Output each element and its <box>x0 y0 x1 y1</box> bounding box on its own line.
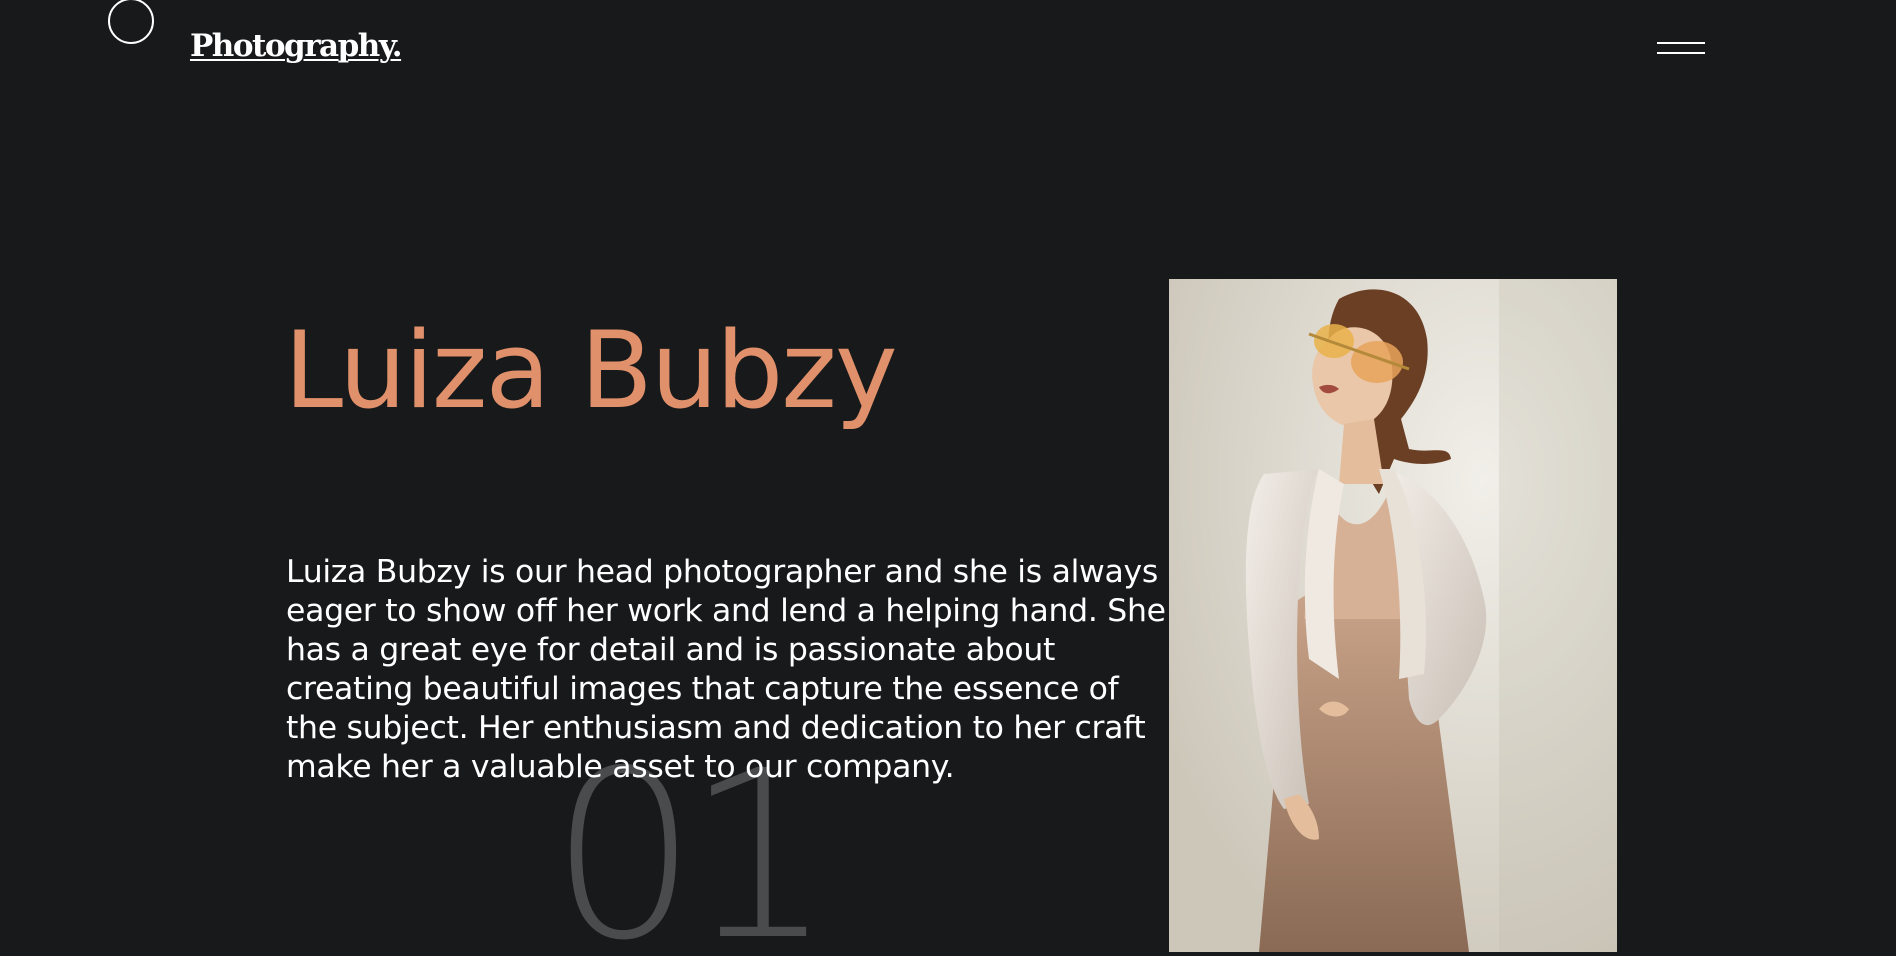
menu-bar-top <box>1657 42 1705 44</box>
menu-bar-bottom <box>1657 52 1705 54</box>
person-bio: Luiza Bubzy is our head photographer and… <box>286 554 1166 785</box>
person-name: Luiza Bubzy <box>284 309 898 432</box>
cursor-circle-icon <box>108 0 154 44</box>
site-logo[interactable]: Photography. <box>190 28 403 64</box>
hamburger-menu-icon[interactable] <box>1656 40 1706 58</box>
portrait-photo <box>1169 279 1617 952</box>
